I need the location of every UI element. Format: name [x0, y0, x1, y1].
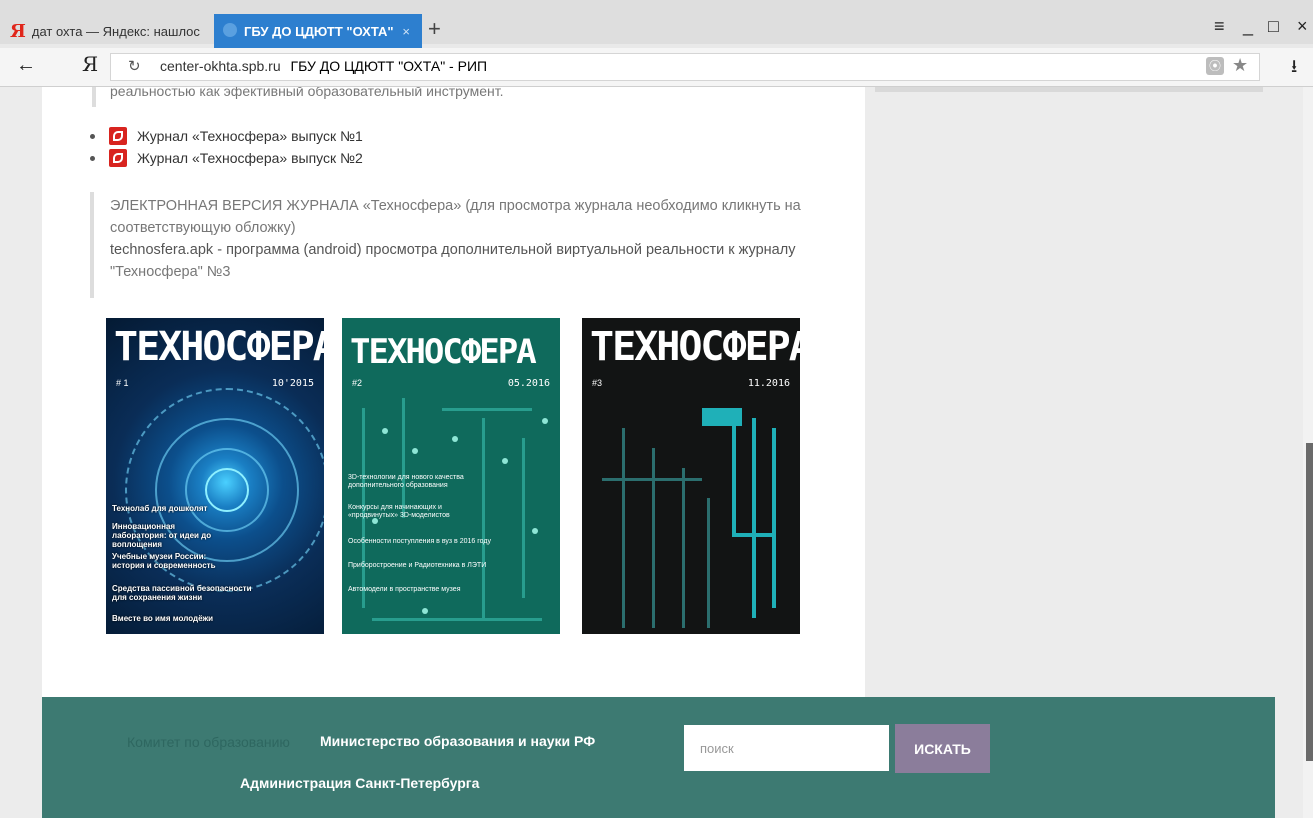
cover-date: 05.2016	[507, 378, 550, 389]
footer-link-administration[interactable]: Администрация Санкт-Петербурга	[240, 775, 479, 791]
menu-icon[interactable]: ≡	[1214, 16, 1225, 37]
blockquote-magazine: ЭЛЕКТРОННАЯ ВЕРСИЯ ЖУРНАЛА «Техносфера» …	[90, 192, 814, 298]
address-bar: ← Я ↻ center-okhta.spb.ru ГБУ ДО ЦДЮТТ "…	[0, 48, 1313, 87]
bullet-icon	[90, 155, 95, 161]
tab-bar: Я дат охта — Яндекс: нашлос ГБУ ДО ЦДЮТТ…	[0, 0, 1313, 48]
url-page-title: ГБУ ДО ЦДЮТТ "ОХТА" - РИП	[290, 58, 488, 74]
cover-number: #3	[592, 378, 603, 388]
new-tab-button[interactable]: +	[428, 16, 441, 42]
reload-icon[interactable]: ↻	[128, 57, 141, 75]
maximize-button[interactable]: □	[1268, 16, 1279, 37]
search-button[interactable]: ИСКАТЬ	[895, 724, 990, 773]
cover-title: ТЕХНОСФЕРА	[350, 332, 537, 372]
list-item[interactable]: Журнал «Техносфера» выпуск №2	[90, 147, 363, 169]
back-button[interactable]: ←	[16, 54, 36, 77]
pdf-icon	[109, 127, 127, 145]
blockquote-top: реальностью как эфективный образовательн…	[92, 87, 836, 107]
cover-article: Вместе во имя молодёжи	[112, 614, 214, 623]
cover-article: Особенности поступления в вуз в 2016 год…	[348, 538, 491, 545]
sidebar-divider	[875, 87, 1263, 92]
tab-active-site[interactable]: ГБУ ДО ЦДЮТТ "ОХТА" ×	[214, 14, 422, 48]
cover-article: Средства пассивной безопасности для сохр…	[112, 584, 252, 602]
quote-line: соответствующую обложку)	[110, 220, 296, 236]
yandex-home-button[interactable]: Я	[82, 52, 98, 76]
footer-link-committee[interactable]: Комитет по образованию	[127, 734, 290, 750]
cover-article: Конкурсы для начинающих и «продвинутых» …	[348, 504, 450, 519]
extension-icon[interactable]: ⦿	[1206, 57, 1224, 75]
cover-article: Приборостроение и Радиотехника в ЛЭТИ	[348, 562, 487, 569]
search-input[interactable]	[684, 725, 889, 771]
list-item[interactable]: Журнал «Техносфера» выпуск №1	[90, 125, 363, 147]
url-text[interactable]: center-okhta.spb.ru ГБУ ДО ЦДЮТТ "ОХТА" …	[160, 58, 487, 74]
footer-link-ministry[interactable]: Министерство образования и науки РФ	[320, 733, 595, 749]
quote-line: "Техносфера" №3	[110, 264, 231, 280]
file-link[interactable]: Журнал «Техносфера» выпуск №2	[137, 150, 363, 166]
download-icon[interactable]: ⭳	[1291, 54, 1297, 84]
cover-number: # 1	[116, 378, 129, 388]
cover-title: ТЕХНОСФЕРА	[590, 324, 800, 370]
cover-article: Автомодели в пространстве музея	[348, 586, 461, 593]
bookmark-star-icon[interactable]: ★	[1232, 55, 1248, 76]
cover-date: 10'2015	[271, 378, 314, 389]
cover-article: 3D-технологии для нового качества дополн…	[348, 474, 464, 489]
pdf-icon	[109, 149, 127, 167]
close-window-button[interactable]: ×	[1297, 16, 1308, 37]
url-domain: center-okhta.spb.ru	[160, 58, 281, 74]
cover-date: 11.2016	[747, 378, 790, 389]
file-link[interactable]: Журнал «Техносфера» выпуск №1	[137, 128, 363, 144]
tab-label: ГБУ ДО ЦДЮТТ "ОХТА"	[244, 23, 394, 39]
bullet-icon	[90, 133, 95, 139]
scrollbar-thumb[interactable]	[1306, 443, 1313, 761]
magazine-cover-1[interactable]: ТЕХНОСФЕРА # 1 10'2015 Технолаб для дошк…	[106, 318, 324, 634]
footer: Комитет по образованию Министерство обра…	[42, 697, 1275, 818]
magazine-cover-2[interactable]: ТЕХНОСФЕРА #2 05.2016 3D-технологии для …	[342, 318, 560, 634]
main-content: реальностью как эфективный образовательн…	[42, 87, 865, 697]
tab-label: дат охта — Яндекс: нашлос	[31, 23, 200, 39]
cover-article: Инновационная лаборатория: от идеи до во…	[112, 522, 212, 549]
sidebar	[865, 87, 1275, 697]
cover-title: ТЕХНОСФЕРА	[114, 324, 324, 370]
quote-line: ЭЛЕКТРОННАЯ ВЕРСИЯ ЖУРНАЛА «Техносфера» …	[110, 198, 801, 214]
apk-link[interactable]: technosfera.apk - программа (android) пр…	[110, 239, 795, 261]
minimize-button[interactable]: _	[1243, 16, 1253, 37]
site-favicon-icon	[223, 23, 237, 37]
cover-article: Технолаб для дошколят	[112, 504, 208, 513]
yandex-logo-icon: Я	[10, 20, 26, 42]
cover-article: Учебные музеи России: история и современ…	[112, 552, 216, 570]
tab-close-icon[interactable]: ×	[402, 24, 410, 39]
page-viewport: реальностью как эфективный образовательн…	[0, 87, 1313, 818]
cover-number: #2	[352, 378, 363, 388]
magazine-cover-3[interactable]: ТЕХНОСФЕРА #3 11.2016	[582, 318, 800, 634]
tab-yandex-search[interactable]: Я дат охта — Яндекс: нашлос	[0, 14, 210, 48]
quote-text: реальностью как эфективный образовательн…	[110, 87, 504, 99]
file-list: Журнал «Техносфера» выпуск №1 Журнал «Те…	[90, 125, 363, 169]
